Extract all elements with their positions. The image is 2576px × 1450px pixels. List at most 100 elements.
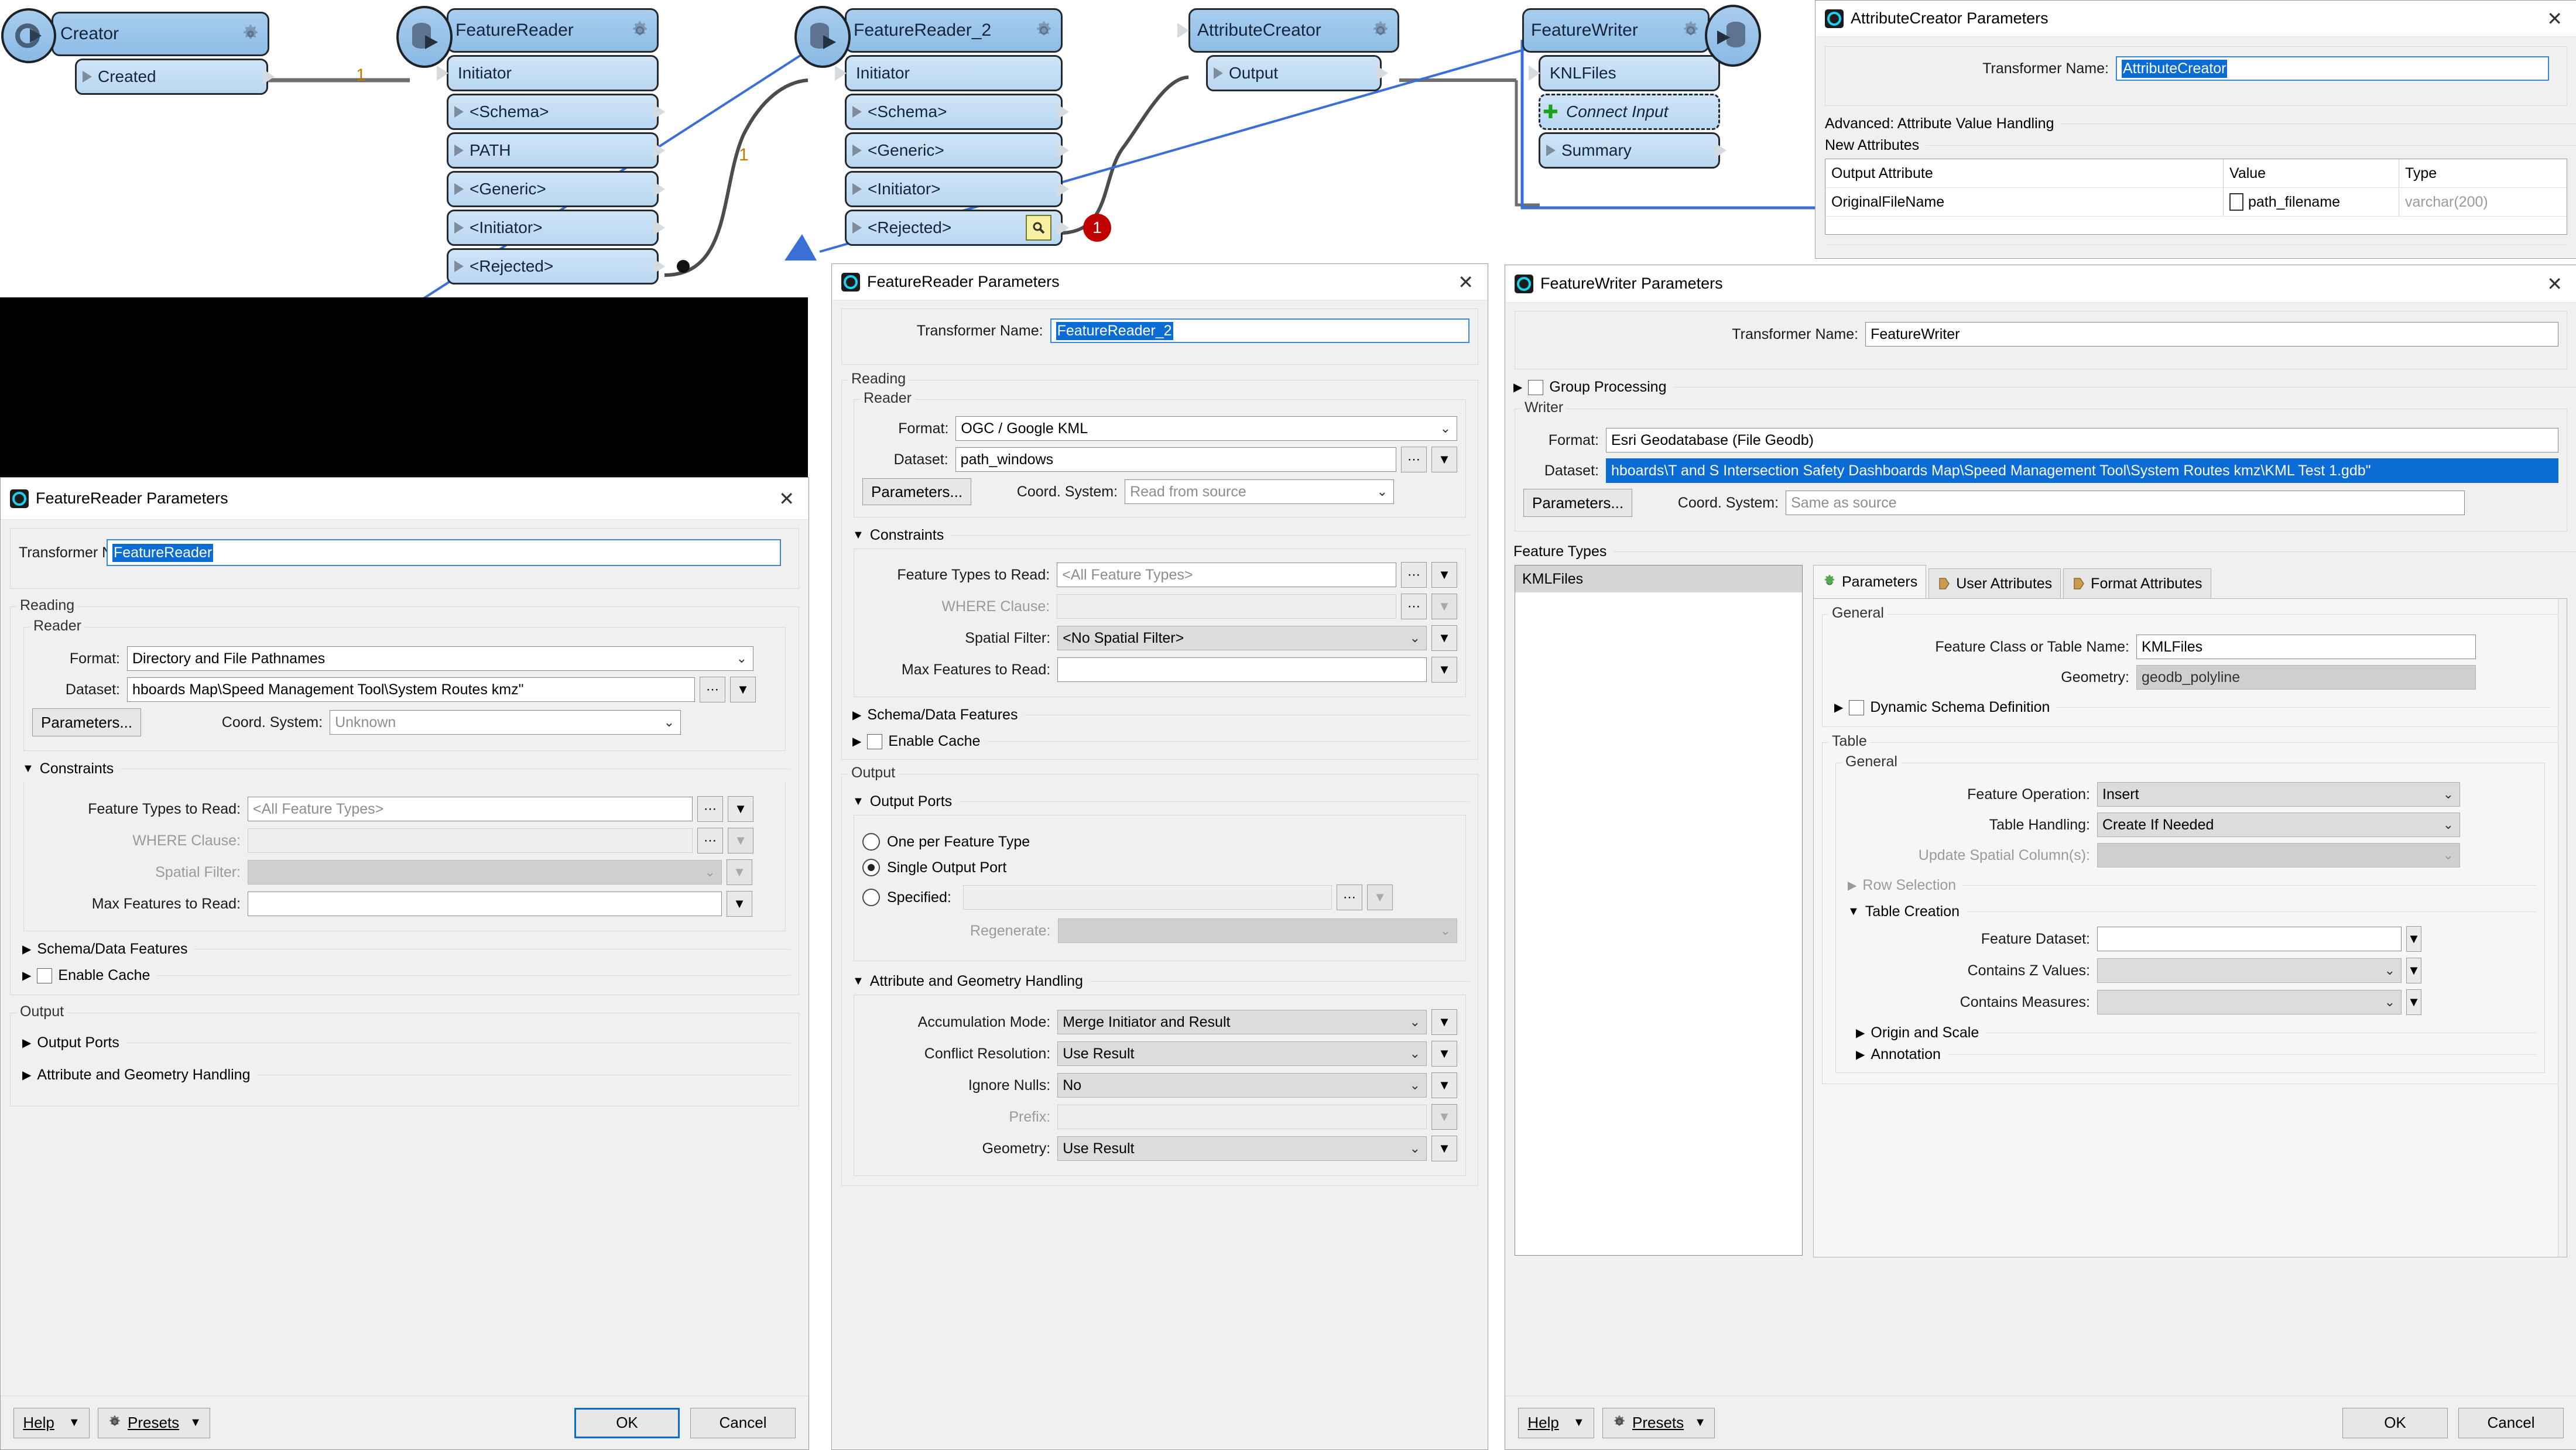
specified-browse-button[interactable]: ⋯ (1337, 885, 1362, 910)
feature-types-browse-button[interactable]: ⋯ (697, 796, 723, 822)
dataset-input[interactable]: hboards\T and S Intersection Safety Dash… (1605, 458, 2558, 483)
featurereader-header[interactable]: FeatureReader (447, 8, 659, 53)
max-features-dropdown-button[interactable]: ▼ (1431, 657, 1457, 683)
specified-dropdown-button[interactable]: ▼ (1367, 885, 1393, 910)
coord-system-input[interactable]: Same as source (1786, 491, 2465, 515)
annotation-section[interactable]: ▶ Annotation (1856, 1046, 2536, 1063)
gear-icon[interactable] (630, 20, 650, 40)
transformer-name-input[interactable]: FeatureWriter (1865, 322, 2558, 347)
where-dropdown-button[interactable]: ▼ (1431, 594, 1457, 619)
node-featurewriter[interactable]: FeatureWriter KNLFiles ✚ Connect Input S… (1522, 5, 1761, 169)
port-path[interactable]: PATH (447, 132, 665, 169)
close-icon[interactable]: ✕ (2542, 273, 2567, 295)
prefix-input[interactable] (1057, 1105, 1427, 1129)
help-button[interactable]: Help ▼ (13, 1407, 90, 1438)
attr-geom-handling-section[interactable]: ▼ Attribute and Geometry Handling (852, 973, 1469, 990)
port2-initiator-out[interactable]: <Initiator> (845, 171, 1069, 207)
close-icon[interactable]: ✕ (774, 488, 799, 510)
dataset-browse-button[interactable]: ⋯ (1401, 447, 1427, 472)
where-browse-button[interactable]: ⋯ (1401, 594, 1427, 619)
rejected-feature-badge[interactable]: 1 (1083, 214, 1111, 242)
feature-types-browse-button[interactable]: ⋯ (1401, 562, 1427, 588)
ignore-nulls-select[interactable]: No ⌄ (1057, 1073, 1427, 1098)
cell-output-attribute[interactable]: OriginalFileName (1825, 188, 2224, 216)
new-attributes-table[interactable]: Output Attribute Value Type OriginalFile… (1825, 159, 2567, 245)
close-icon[interactable]: ✕ (1453, 271, 1478, 293)
cell-type[interactable]: varchar(200) (2399, 194, 2563, 211)
port-generic[interactable]: <Generic> (447, 171, 665, 207)
row-selection-section[interactable]: ▶ Row Selection (1848, 877, 2536, 894)
ok-button[interactable]: OK (574, 1407, 680, 1438)
max-features-dropdown-button[interactable]: ▼ (727, 891, 752, 917)
dataset-input[interactable]: hboards Map\Speed Management Tool\System… (127, 677, 695, 702)
where-browse-button[interactable]: ⋯ (697, 828, 723, 853)
regenerate-select[interactable]: ⌄ (1057, 918, 1457, 943)
gear-icon[interactable] (1034, 20, 1054, 40)
ignore-nulls-dropdown-button[interactable]: ▼ (1431, 1072, 1457, 1098)
format-select[interactable]: Directory and File Pathnames ⌄ (127, 646, 753, 671)
specified-input[interactable] (963, 885, 1332, 910)
feature-dataset-dropdown-button[interactable]: ▼ (2406, 926, 2421, 952)
port2-initiator[interactable]: Initiator (835, 55, 1063, 91)
accumulation-mode-select[interactable]: Merge Initiator and Result ⌄ (1057, 1010, 1427, 1034)
node-featurereader[interactable]: FeatureReader Initiator <Schema> PATH <G… (396, 6, 690, 284)
featurereader2-header[interactable]: FeatureReader_2 (845, 8, 1063, 53)
spatial-filter-select[interactable]: <No Spatial Filter> ⌄ (1057, 626, 1427, 650)
node-attributecreator[interactable]: AttributeCreator Output (1177, 8, 1399, 91)
tab-format-attributes[interactable]: Format Attributes (2063, 568, 2211, 598)
contains-z-dropdown-button[interactable]: ▼ (2406, 958, 2421, 983)
inspect-magnifier-icon[interactable] (1026, 215, 1051, 241)
origin-scale-section[interactable]: ▶ Origin and Scale (1856, 1024, 2536, 1041)
table-empty-row[interactable] (1825, 217, 2567, 245)
cancel-button[interactable]: Cancel (2458, 1407, 2564, 1438)
port-summary[interactable]: Summary (1539, 132, 1727, 169)
update-spatial-select[interactable]: ⌄ (2097, 843, 2460, 868)
feature-types-list[interactable]: KMLFiles (1515, 565, 1803, 1256)
feature-types-dropdown-button[interactable]: ▼ (728, 796, 753, 822)
dataset-dropdown-button[interactable]: ▼ (1431, 447, 1457, 472)
contains-z-select[interactable]: ⌄ (2097, 958, 2402, 983)
featurewriter-tabs[interactable]: Parameters User Attributes Format Attrib… (1813, 565, 2567, 599)
prefix-dropdown-button[interactable]: ▼ (1431, 1104, 1457, 1130)
port-rejected[interactable]: <Rejected> (447, 248, 690, 284)
enable-cache-section[interactable]: ▶ Enable Cache (22, 967, 790, 984)
node-featurereader-2[interactable]: FeatureReader_2 Initiator <Schema> <Gene… (794, 6, 1111, 246)
enable-cache-section[interactable]: ▶ Enable Cache (852, 733, 1469, 750)
group-processing-section[interactable]: ▶ Group Processing (1513, 379, 2576, 396)
feature-dataset-input[interactable] (2097, 927, 2402, 951)
port-knlfiles[interactable]: KNLFiles (1529, 55, 1720, 91)
gear-icon[interactable] (241, 24, 261, 44)
accumulation-dropdown-button[interactable]: ▼ (1431, 1009, 1457, 1035)
attr-geom-handling-section[interactable]: ▶ Attribute and Geometry Handling (22, 1067, 790, 1084)
output-ports-section[interactable]: ▶ Output Ports (22, 1034, 790, 1051)
geometry-select[interactable]: Use Result ⌄ (1057, 1136, 1427, 1161)
list-item[interactable]: KMLFiles (1515, 565, 1802, 592)
enable-cache-checkbox[interactable] (37, 968, 53, 983)
featurereader-parameters-dialog[interactable]: FeatureReader Parameters ✕ Transformer N… (0, 477, 809, 1450)
max-features-input[interactable] (248, 892, 722, 916)
port-connect-input[interactable]: ✚ Connect Input (1539, 94, 1720, 130)
enable-cache-checkbox[interactable] (867, 733, 883, 749)
attributecreator-parameters-dialog[interactable]: AttributeCreator Parameters ✕ Transforme… (1815, 0, 2576, 259)
port-attr-output[interactable]: Output (1206, 55, 1388, 91)
radio-single-output-port[interactable] (862, 859, 880, 876)
parameters-button[interactable]: Parameters... (862, 478, 972, 505)
where-clause-input[interactable] (1057, 594, 1396, 619)
schema-data-features-section[interactable]: ▶ Schema/Data Features (852, 707, 1469, 724)
presets-button[interactable]: Presets ▼ (98, 1407, 210, 1438)
schema-data-features-section[interactable]: ▶ Schema/Data Features (22, 941, 790, 958)
coord-system-select[interactable]: Read from source ⌄ (1125, 479, 1395, 504)
spatial-filter-select[interactable]: ⌄ (248, 860, 722, 885)
port2-rejected[interactable]: <Rejected> 1 (845, 210, 1111, 246)
spatial-dropdown-button[interactable]: ▼ (727, 859, 752, 885)
table-creation-section[interactable]: ▼ Table Creation (1848, 903, 2536, 920)
coord-system-select[interactable]: Unknown ⌄ (330, 710, 681, 735)
max-features-input[interactable] (1057, 657, 1427, 682)
geometry-input[interactable]: geodb_polyline (2136, 665, 2476, 690)
dynamic-schema-section[interactable]: ▶ Dynamic Schema Definition (1834, 699, 2550, 716)
port-schema[interactable]: <Schema> (447, 94, 665, 130)
port2-schema[interactable]: <Schema> (845, 94, 1069, 130)
tab-user-attributes[interactable]: User Attributes (1928, 568, 2061, 598)
radio-one-per-feature-type[interactable] (862, 833, 880, 851)
gear-icon[interactable] (1371, 20, 1390, 40)
